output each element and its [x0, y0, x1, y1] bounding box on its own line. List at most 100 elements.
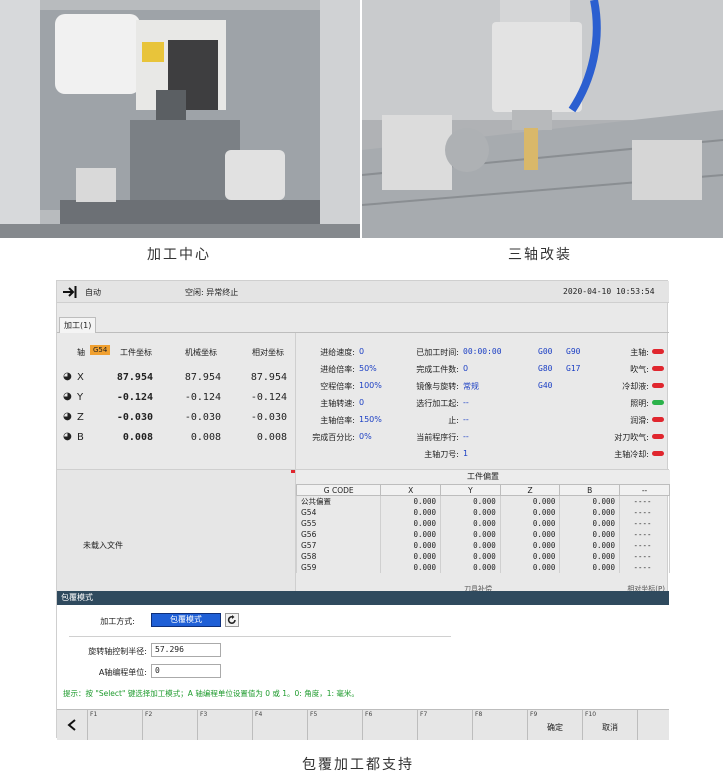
indicator-toolset-air-label: 对刀吹气:: [614, 433, 649, 442]
axis-header: 轴: [77, 348, 85, 357]
spindle-tool-value: 1: [463, 449, 469, 458]
feed-ratio-value: 50%: [359, 364, 377, 373]
machining-center-illustration: [0, 0, 360, 238]
pieces-value: 0: [463, 364, 469, 373]
f4-key[interactable]: F4: [252, 710, 307, 740]
machining-center-photo: [0, 0, 360, 238]
function-key-bar: F1 F2 F3 F4 F5 F6 F7 F8 F9 确定 F10 取消: [57, 709, 669, 740]
status-bar: 自动 空闲: 异常终止 2020-04-10 10:53:54: [57, 281, 669, 303]
mode-label: 自动: [85, 288, 101, 297]
wcs-badge: G54: [90, 345, 111, 355]
unit-label: A轴编程单位:: [98, 668, 147, 677]
caption-wrap-support: 包覆加工都支持: [302, 757, 414, 773]
coord-row-b: ◕ B 0.008 0.008 0.008: [63, 431, 287, 443]
auto-mode-icon: [63, 286, 77, 298]
col-relative-header: 相对坐标: [252, 348, 284, 357]
unit-input[interactable]: 0: [151, 664, 221, 678]
table-row[interactable]: G57 0.000 0.000 0.000 0.000 ----: [295, 540, 670, 551]
more-key[interactable]: [637, 710, 669, 740]
f3-key[interactable]: F3: [197, 710, 252, 740]
cnc-hmi-screen: 自动 空闲: 异常终止 2020-04-10 10:53:54 加工(1) 轴 …: [56, 280, 670, 740]
axis-home-icon: ◕: [63, 391, 72, 402]
f9-confirm-key[interactable]: F9 确定: [527, 710, 582, 740]
chevron-left-icon: [67, 719, 76, 731]
select-end-value: --: [463, 415, 469, 424]
f10-cancel-key[interactable]: F10 取消: [582, 710, 637, 740]
col-machine-header: 机械坐标: [185, 348, 217, 357]
gcode-g90: G90: [566, 347, 581, 356]
table-row[interactable]: G56 0.000 0.000 0.000 0.000 ----: [295, 529, 670, 540]
caption-three-axis: 三轴改装: [508, 247, 572, 263]
indicator-toolset-air-lamp: [652, 434, 664, 439]
spindle-ratio-value: 150%: [359, 415, 382, 424]
indicator-coolant-lamp: [652, 383, 664, 388]
indicator-spindle-lamp: [652, 349, 664, 354]
wrap-mode-form: 加工方式: 包覆模式 旋转轴控制半径: 57.296 A轴编程单位: 0 提示：…: [57, 605, 669, 709]
indicator-spindle-label: 主轴:: [630, 348, 649, 357]
f5-key[interactable]: F5: [307, 710, 362, 740]
offset-header-row: G CODE X Y Z B --: [295, 484, 670, 496]
indicator-air-label: 吹气:: [630, 365, 649, 374]
method-label: 加工方式:: [100, 617, 135, 626]
gcode-g17: G17: [566, 364, 581, 373]
coordinate-panel: 轴 G54 工件坐标 机械坐标 相对坐标 ◕ X 87.954 87.954 8…: [57, 333, 295, 469]
f2-key[interactable]: F2: [142, 710, 197, 740]
radius-label: 旋转轴控制半径:: [88, 647, 147, 656]
indicator-light-label: 照明:: [630, 399, 649, 408]
axis-home-icon: ◕: [63, 371, 72, 382]
work-offset-table: G CODE X Y Z B -- 公共偏置 0.000 0.000 0.000 0.0…: [295, 484, 670, 573]
gcode-g80: G80: [538, 364, 553, 373]
method-select[interactable]: 包覆模式: [151, 613, 221, 627]
axis-home-icon: ◕: [63, 431, 72, 442]
coord-row-y: ◕ Y -0.124 -0.124 -0.124: [63, 391, 287, 403]
datetime: 2020-04-10 10:53:54: [563, 287, 655, 296]
status-panel: 进给速度: 0 进给倍率: 50% 空程倍率: 100% 主轴转速: 0 主轴倍…: [295, 333, 669, 469]
feed-speed-value: 0: [359, 347, 365, 356]
f1-key[interactable]: F1: [87, 710, 142, 740]
machine-status: 空闲: 异常终止: [185, 288, 239, 297]
axis-home-icon: ◕: [63, 411, 72, 422]
gcode-g00: G00: [538, 347, 553, 356]
form-divider: [69, 636, 451, 637]
tab-bar: 加工(1): [57, 317, 669, 333]
gcode-g40: G40: [538, 381, 553, 390]
tab-machining[interactable]: 加工(1): [59, 317, 97, 333]
table-row[interactable]: G55 0.000 0.000 0.000 0.000 ----: [295, 518, 670, 529]
mode-title-bar: 包覆模式: [57, 591, 669, 605]
hint-text: 提示：按 "Select" 键选择加工模式；A 轴编程单位设置值为 0 或 1。…: [63, 689, 359, 698]
three-axis-illustration: [362, 0, 723, 238]
spindle-speed-value: 0: [359, 398, 365, 407]
no-file-message: 未载入文件: [83, 541, 123, 550]
table-row[interactable]: G58 0.000 0.000 0.000 0.000 ----: [295, 551, 670, 562]
indicator-spindle-cool-lamp: [652, 451, 664, 456]
three-axis-photo: [362, 0, 723, 238]
coord-row-x: ◕ X 87.954 87.954 87.954: [63, 371, 287, 383]
indicator-spindle-cool-label: 主轴冷却:: [614, 450, 649, 459]
indicator-air-lamp: [652, 366, 664, 371]
table-row[interactable]: 公共偏置 0.000 0.000 0.000 0.000 ----: [295, 495, 670, 507]
refresh-icon[interactable]: [225, 613, 239, 627]
indicator-lube-lamp: [652, 417, 664, 422]
machined-time-value: 00:00:00: [463, 347, 502, 356]
complete-pct-value: 0%: [359, 432, 372, 441]
caption-machining-center: 加工中心: [147, 247, 211, 263]
indicator-lube-label: 润滑:: [630, 416, 649, 425]
coord-row-z: ◕ Z -0.030 -0.030 -0.030: [63, 411, 287, 423]
table-row[interactable]: G59 0.000 0.000 0.000 0.000 ----: [295, 562, 670, 573]
f6-key[interactable]: F6: [362, 710, 417, 740]
current-line-value: --: [463, 432, 469, 441]
offset-title: 工件偏置: [296, 470, 670, 484]
table-row[interactable]: G54 0.000 0.000 0.000 0.000 ----: [295, 507, 670, 518]
work-offset-panel: 工件偏置 G CODE X Y Z B -- 公共偏置 0.000 0.000 0.0…: [295, 469, 670, 593]
indicator-coolant-label: 冷却液:: [622, 382, 649, 391]
rapid-ratio-value: 100%: [359, 381, 382, 390]
select-start-value: --: [463, 398, 469, 407]
radius-input[interactable]: 57.296: [151, 643, 221, 657]
f8-key[interactable]: F8: [472, 710, 527, 740]
program-panel[interactable]: 未载入文件: [57, 469, 295, 591]
back-button[interactable]: [57, 710, 87, 740]
col-work-header: 工件坐标: [120, 348, 152, 357]
indicator-light-lamp: [652, 400, 664, 405]
mirror-value: 常规: [463, 382, 479, 391]
f7-key[interactable]: F7: [417, 710, 472, 740]
